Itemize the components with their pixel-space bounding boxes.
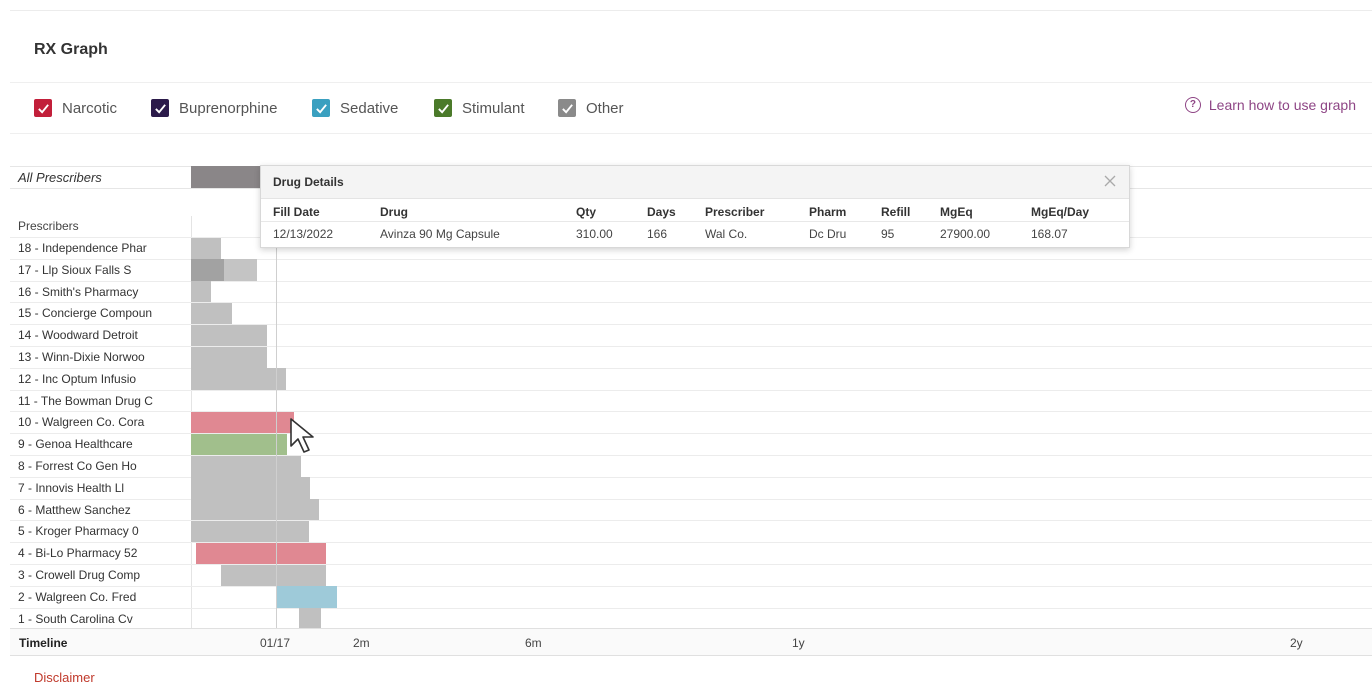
disclaimer-link[interactable]: Disclaimer bbox=[34, 670, 95, 685]
learn-graph-label: Learn how to use graph bbox=[1208, 97, 1356, 113]
timeline-tick: 1y bbox=[792, 636, 805, 650]
prescriber-label: 13 - Winn-Dixie Norwoo bbox=[18, 350, 145, 364]
legend-divider bbox=[10, 133, 1372, 134]
legend-label: Stimulant bbox=[462, 99, 525, 117]
column-header-drug: Drug bbox=[380, 205, 408, 219]
all-prescribers-bar[interactable] bbox=[191, 166, 261, 188]
column-header-mgeq-day: MgEq/Day bbox=[1031, 205, 1090, 219]
popup-title: Drug Details bbox=[273, 175, 344, 189]
prescription-bar[interactable] bbox=[221, 564, 326, 587]
column-header-refill: Refill bbox=[881, 205, 911, 219]
prescription-bar[interactable] bbox=[191, 259, 224, 282]
prescriber-label: 15 - Concierge Compoun bbox=[18, 306, 153, 321]
help-icon: ? bbox=[1184, 97, 1201, 113]
prescriber-label: 4 - Bi-Lo Pharmacy 52 bbox=[18, 546, 138, 561]
prescribers-header: Prescribers bbox=[18, 219, 79, 233]
row-divider bbox=[10, 280, 1372, 282]
row-divider bbox=[10, 564, 1372, 565]
prescription-bar[interactable] bbox=[191, 455, 301, 478]
cell-refill: 95 bbox=[881, 227, 895, 241]
column-header-fill-date: Fill Date bbox=[273, 205, 320, 219]
column-header-prescriber: Prescriber bbox=[705, 205, 765, 219]
prescription-bar[interactable] bbox=[224, 259, 257, 282]
timeline-label: Timeline bbox=[19, 636, 68, 650]
cell-drug: Avinza 90 Mg Capsule bbox=[380, 227, 500, 241]
prescription-bar[interactable] bbox=[191, 477, 310, 500]
legend-item-other[interactable]: Other bbox=[558, 98, 624, 118]
row-divider bbox=[10, 585, 1372, 587]
prescription-bar[interactable] bbox=[299, 608, 321, 631]
mouse-pointer-icon bbox=[290, 418, 314, 453]
column-header-days: Days bbox=[647, 205, 676, 219]
cell-qty: 310.00 bbox=[576, 227, 613, 241]
prescription-bar[interactable] bbox=[191, 499, 319, 522]
legend-label: Other bbox=[586, 99, 624, 117]
prescription-bar[interactable] bbox=[191, 302, 232, 325]
cell-days: 166 bbox=[647, 227, 668, 241]
row-divider bbox=[10, 389, 1372, 391]
prescription-bar[interactable] bbox=[191, 520, 309, 543]
column-header-mgeq: MgEq bbox=[940, 205, 973, 219]
timeline-tick: 01/17 bbox=[260, 636, 291, 650]
timeline-tick: 2y bbox=[1290, 636, 1303, 650]
prescription-bar[interactable] bbox=[191, 281, 211, 304]
cell-mgeq-day: 168.07 bbox=[1031, 227, 1068, 241]
prescriber-label: 6 - Matthew Sanchez bbox=[18, 502, 131, 517]
prescriber-label: 1 - South Carolina Cv bbox=[18, 611, 133, 626]
legend-item-narcotic[interactable]: Narcotic bbox=[34, 98, 117, 118]
prescriber-label: 14 - Woodward Detroit bbox=[18, 328, 138, 343]
popup-header: Drug Details bbox=[261, 166, 1129, 199]
prescriber-label: 8 - Forrest Co Gen Ho bbox=[18, 459, 137, 473]
legend-item-buprenorphine[interactable]: Buprenorphine bbox=[151, 98, 277, 118]
timeline-tick: 2m bbox=[353, 636, 370, 650]
check-icon[interactable] bbox=[34, 99, 52, 117]
column-header-pharm: Pharm bbox=[809, 205, 847, 219]
all-prescribers-label: All Prescribers bbox=[18, 170, 102, 185]
check-icon[interactable] bbox=[312, 99, 330, 117]
column-header-qty: Qty bbox=[576, 205, 597, 219]
legend-label: Narcotic bbox=[62, 99, 118, 117]
check-icon[interactable] bbox=[151, 99, 169, 117]
prescriber-label: 7 - Innovis Health Ll bbox=[18, 480, 125, 495]
timeline-tick: 6m bbox=[525, 636, 542, 650]
legend-label: Sedative bbox=[340, 99, 399, 117]
prescriber-label: 3 - Crowell Drug Comp bbox=[18, 568, 141, 582]
close-icon[interactable] bbox=[1101, 172, 1119, 190]
prescription-bar[interactable] bbox=[191, 324, 267, 347]
legend-item-stimulant[interactable]: Stimulant bbox=[434, 98, 525, 118]
cell-mgeq: 27900.00 bbox=[940, 227, 991, 241]
prescription-bar[interactable] bbox=[191, 433, 287, 456]
prescriber-label: 5 - Kroger Pharmacy 0 bbox=[18, 524, 139, 539]
prescription-bar[interactable] bbox=[191, 237, 221, 260]
prescriber-label: 9 - Genoa Healthcare bbox=[18, 437, 133, 452]
legend-item-sedative[interactable]: Sedative bbox=[312, 98, 398, 118]
legend-label: Buprenorphine bbox=[179, 99, 278, 117]
prescription-bar[interactable] bbox=[191, 411, 294, 434]
prescription-bar[interactable] bbox=[191, 346, 267, 369]
cell-fill-date: 12/13/2022 bbox=[273, 227, 334, 241]
prescription-bar[interactable] bbox=[191, 368, 286, 391]
drug-details-popup: Drug Details Fill Date Drug Qty Days Pre… bbox=[260, 165, 1130, 248]
prescription-bar[interactable] bbox=[277, 586, 337, 609]
learn-graph-link[interactable]: ? Learn how to use graph bbox=[1184, 97, 1356, 113]
page-title: RX Graph bbox=[34, 41, 108, 58]
cell-pharm: Dc Dru bbox=[809, 227, 847, 241]
header-divider bbox=[10, 82, 1372, 83]
prescriber-label: 17 - Llp Sioux Falls S bbox=[18, 262, 132, 277]
prescription-bar[interactable] bbox=[196, 542, 326, 565]
today-marker-line bbox=[276, 216, 277, 628]
table-header-divider bbox=[261, 221, 1129, 222]
top-divider bbox=[10, 10, 1372, 11]
prescriber-label: 10 - Walgreen Co. Cora bbox=[18, 415, 145, 430]
cell-prescriber: Wal Co. bbox=[705, 227, 748, 241]
prescriber-label: 11 - The Bowman Drug C bbox=[18, 393, 153, 408]
prescriber-label: 12 - Inc Optum Infusio bbox=[18, 371, 137, 386]
check-icon[interactable] bbox=[434, 99, 452, 117]
prescriber-label: 2 - Walgreen Co. Fred bbox=[18, 589, 137, 604]
row-divider bbox=[10, 607, 1372, 609]
prescriber-label: 18 - Independence Phar bbox=[18, 241, 147, 255]
prescriber-label: 16 - Smith's Pharmacy bbox=[18, 284, 139, 299]
timeline-axis: Timeline 01/17 2m 6m 1y 2y bbox=[10, 628, 1372, 656]
check-icon[interactable] bbox=[558, 99, 576, 117]
